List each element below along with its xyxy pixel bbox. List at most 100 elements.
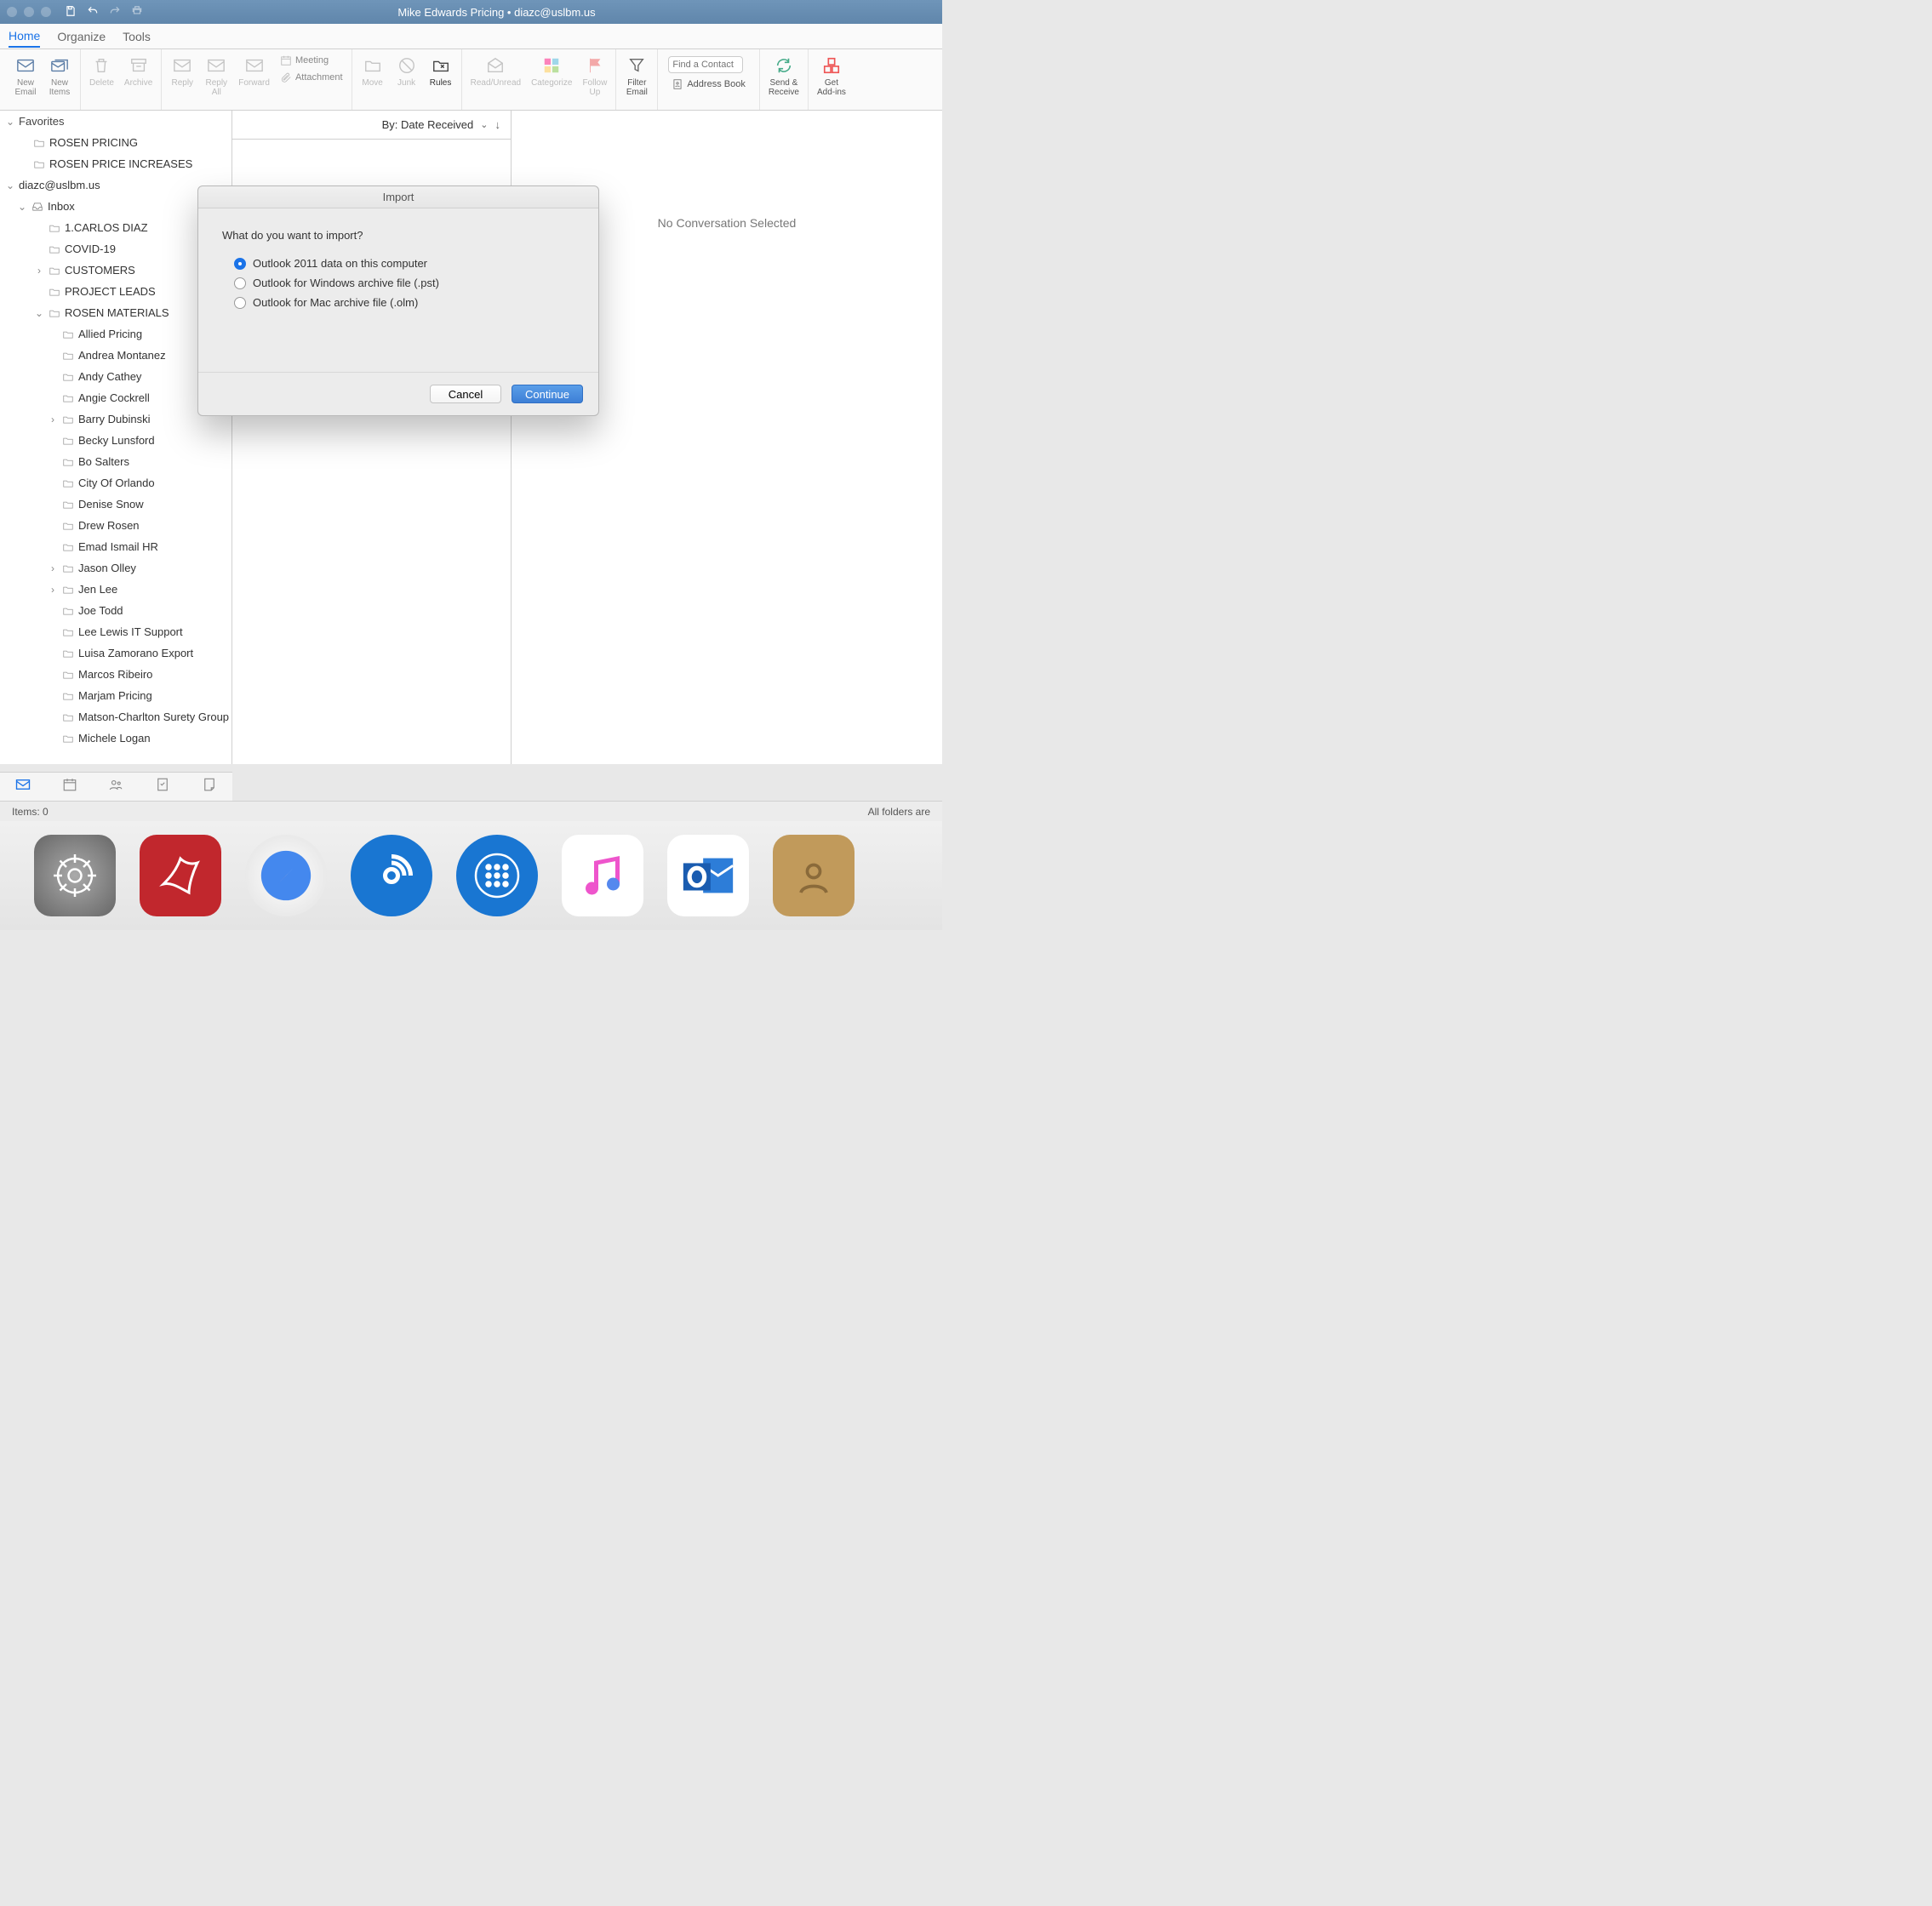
tab-organize[interactable]: Organize	[57, 26, 106, 47]
folder-move-icon	[362, 54, 384, 77]
ribbon-tabs: Home Organize Tools	[0, 24, 942, 49]
import-option-outlook2011[interactable]: Outlook 2011 data on this computer	[222, 254, 574, 273]
find-contact-input[interactable]	[668, 56, 743, 73]
dock-safari-icon[interactable]	[245, 835, 327, 916]
rosen-subfolder[interactable]: Becky Lunsford	[0, 430, 231, 451]
quick-access-toolbar	[65, 5, 143, 20]
people-tab-icon[interactable]	[108, 777, 123, 796]
tab-home[interactable]: Home	[9, 26, 40, 48]
maximize-window-button[interactable]	[41, 7, 51, 17]
dock-contacts-icon[interactable]	[773, 835, 855, 916]
chevron-down-icon[interactable]: ⌄	[480, 119, 488, 130]
continue-button[interactable]: Continue	[512, 385, 583, 403]
reply-button[interactable]: Reply	[167, 53, 197, 89]
rosen-subfolder[interactable]: Bo Salters	[0, 451, 231, 472]
envelope-open-icon	[484, 54, 506, 77]
flag-icon	[584, 54, 606, 77]
rosen-subfolder[interactable]: ›Jason Olley	[0, 557, 231, 579]
dock-acrobat-icon[interactable]	[140, 835, 221, 916]
forward-button[interactable]: Forward	[235, 53, 273, 89]
archive-button[interactable]: Archive	[121, 53, 156, 89]
dock-app2-icon[interactable]	[456, 835, 538, 916]
rosen-subfolder[interactable]: Marcos Ribeiro	[0, 664, 231, 685]
dock-app1-icon[interactable]	[351, 835, 432, 916]
filter-email-button[interactable]: Filter Email	[621, 53, 652, 99]
forward-icon	[243, 54, 266, 77]
arrow-down-icon[interactable]: ↓	[495, 118, 501, 131]
dock-settings-icon[interactable]	[34, 835, 116, 916]
addins-icon	[820, 54, 843, 77]
rosen-subfolder[interactable]: Michele Logan	[0, 728, 231, 749]
dialog-title: Import	[198, 186, 598, 208]
sync-icon	[773, 54, 795, 77]
meeting-button[interactable]: Meeting	[277, 53, 346, 68]
rosen-subfolder[interactable]: Denise Snow	[0, 494, 231, 515]
ribbon: New Email New Items Delete Archive Reply…	[0, 49, 942, 111]
envelope-icon	[14, 54, 37, 77]
delete-button[interactable]: Delete	[86, 53, 117, 89]
dock-outlook-icon[interactable]	[667, 835, 749, 916]
mail-tab-icon[interactable]	[15, 777, 31, 796]
tab-tools[interactable]: Tools	[123, 26, 151, 47]
message-list-header: By: Date Received ⌄ ↓	[232, 111, 511, 140]
status-sync: All folders are	[868, 806, 930, 818]
follow-up-button[interactable]: Follow Up	[579, 53, 610, 99]
radio-icon	[234, 258, 246, 270]
tasks-tab-icon[interactable]	[155, 777, 170, 796]
redo-icon[interactable]	[109, 5, 121, 20]
cancel-button[interactable]: Cancel	[430, 385, 501, 403]
print-icon[interactable]	[131, 5, 143, 20]
titlebar: Mike Edwards Pricing • diazc@uslbm.us	[0, 0, 942, 24]
move-button[interactable]: Move	[357, 53, 388, 89]
dock	[0, 821, 942, 930]
read-unread-button[interactable]: Read/Unread	[467, 53, 524, 89]
favorites-header[interactable]: ⌄Favorites	[0, 111, 231, 132]
rosen-subfolder[interactable]: Luisa Zamorano Export	[0, 642, 231, 664]
rosen-subfolder[interactable]: Emad Ismail HR	[0, 536, 231, 557]
reply-all-icon	[205, 54, 227, 77]
rosen-subfolder[interactable]: Drew Rosen	[0, 515, 231, 536]
get-addins-button[interactable]: Get Add-ins	[814, 53, 849, 99]
rosen-subfolder[interactable]: ›Jen Lee	[0, 579, 231, 600]
import-option-olm[interactable]: Outlook for Mac archive file (.olm)	[222, 293, 574, 312]
rules-icon	[430, 54, 452, 77]
categories-icon	[540, 54, 563, 77]
reply-all-button[interactable]: Reply All	[201, 53, 231, 99]
rosen-subfolder[interactable]: City Of Orlando	[0, 472, 231, 494]
import-dialog: Import What do you want to import? Outlo…	[197, 185, 599, 416]
window-controls	[7, 7, 51, 17]
rules-button[interactable]: Rules	[426, 53, 456, 89]
new-items-button[interactable]: New Items	[44, 53, 75, 99]
attachment-button[interactable]: Attachment	[277, 70, 346, 85]
block-icon	[396, 54, 418, 77]
rosen-subfolder[interactable]: Lee Lewis IT Support	[0, 621, 231, 642]
dock-music-icon[interactable]	[562, 835, 643, 916]
save-icon[interactable]	[65, 5, 77, 20]
reply-icon	[171, 54, 193, 77]
junk-button[interactable]: Junk	[392, 53, 422, 89]
categorize-button[interactable]: Categorize	[528, 53, 575, 89]
rosen-subfolder[interactable]: Matson-Charlton Surety Group	[0, 706, 231, 728]
new-email-button[interactable]: New Email	[10, 53, 41, 99]
send-receive-button[interactable]: Send & Receive	[765, 53, 803, 99]
dialog-question: What do you want to import?	[222, 229, 574, 242]
favorite-folder[interactable]: ROSEN PRICE INCREASES	[0, 153, 231, 174]
trash-icon	[90, 54, 112, 77]
close-window-button[interactable]	[7, 7, 17, 17]
sidebar-nav-tabs	[0, 772, 232, 801]
import-option-pst[interactable]: Outlook for Windows archive file (.pst)	[222, 273, 574, 293]
minimize-window-button[interactable]	[24, 7, 34, 17]
address-book-button[interactable]: Address Book	[668, 77, 748, 92]
rosen-subfolder[interactable]: Marjam Pricing	[0, 685, 231, 706]
no-selection-label: No Conversation Selected	[658, 216, 797, 230]
notes-tab-icon[interactable]	[202, 777, 217, 796]
rosen-subfolder[interactable]: Joe Todd	[0, 600, 231, 621]
favorite-folder[interactable]: ROSEN PRICING	[0, 132, 231, 153]
filter-icon	[626, 54, 648, 77]
sort-label[interactable]: By: Date Received	[382, 118, 474, 131]
envelope-stack-icon	[49, 54, 71, 77]
calendar-tab-icon[interactable]	[62, 777, 77, 796]
undo-icon[interactable]	[87, 5, 99, 20]
archive-icon	[128, 54, 150, 77]
status-items: Items: 0	[12, 806, 49, 818]
